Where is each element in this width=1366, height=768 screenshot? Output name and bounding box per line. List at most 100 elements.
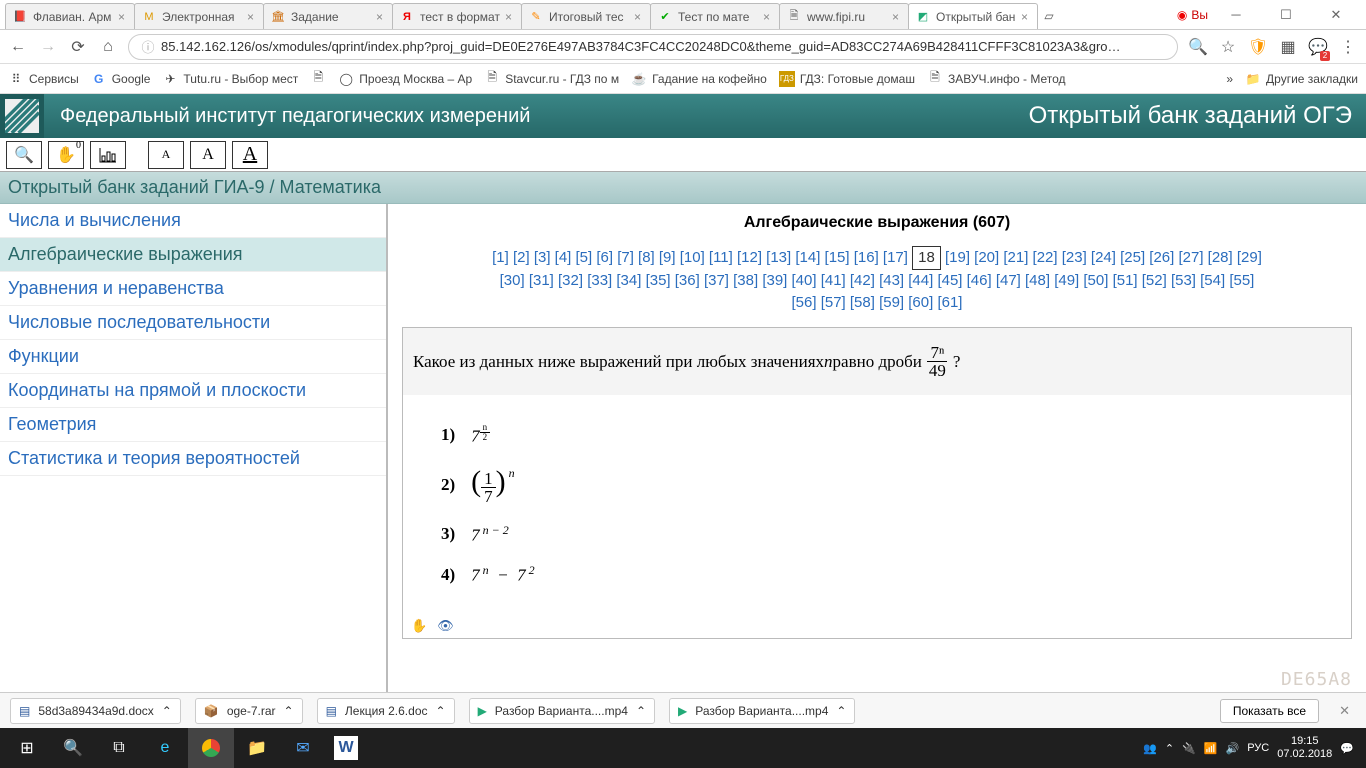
bookmark-item[interactable]: ☕Гадание на кофейно — [631, 71, 767, 87]
language-indicator[interactable]: РУС — [1247, 742, 1269, 754]
sidebar-item-statistics[interactable]: Статистика и теория вероятностей — [0, 442, 386, 476]
option-4[interactable]: 4) 7 n − 7 2 — [441, 563, 1313, 586]
hand-tool-button[interactable]: ✋0 — [48, 141, 84, 169]
chevron-up-icon[interactable]: ⌃ — [436, 704, 446, 718]
clock[interactable]: 19:15 07.02.2018 — [1277, 735, 1332, 760]
option-3[interactable]: 3) 7 n − 2 — [441, 523, 1313, 546]
download-item[interactable]: ▤58d3a89434a9d.docx⌃ — [10, 698, 181, 724]
close-icon[interactable]: × — [505, 12, 515, 22]
sidebar-item-geometry[interactable]: Геометрия — [0, 408, 386, 442]
close-button[interactable]: ✕ — [1314, 1, 1358, 29]
reload-button[interactable]: ⟳ — [68, 35, 88, 59]
show-all-button[interactable]: Показать все — [1220, 699, 1319, 723]
extension-shield-icon[interactable]: 🛡 — [1248, 35, 1268, 59]
sidebar-item-sequences[interactable]: Числовые последовательности — [0, 306, 386, 340]
close-icon[interactable]: × — [376, 12, 386, 22]
edge-icon[interactable]: e — [142, 728, 188, 768]
apps-button[interactable]: ⠿Сервисы — [8, 71, 79, 87]
battery-icon[interactable]: 🔌 — [1182, 742, 1196, 755]
other-bookmarks[interactable]: 📁Другие закладки — [1245, 71, 1358, 87]
bookmark-item[interactable]: GGoogle — [91, 71, 151, 87]
bookmark-item[interactable]: ◯Проезд Москва – Ар — [338, 71, 472, 87]
tab-0[interactable]: 📕Флавиан. Арм× — [5, 3, 135, 29]
close-icon[interactable]: × — [763, 12, 773, 22]
start-button[interactable]: ⊞ — [4, 728, 50, 768]
bookmark-item[interactable]: 🗎 — [310, 71, 326, 87]
option-1[interactable]: 1) 7n2 — [441, 423, 1313, 447]
font-mid-button[interactable]: A — [190, 141, 226, 169]
word-icon[interactable]: W — [334, 736, 358, 760]
download-item[interactable]: 📦oge-7.rar⌃ — [195, 698, 303, 724]
mail-icon[interactable]: ✉ — [280, 728, 326, 768]
chrome-icon[interactable] — [188, 728, 234, 768]
video-icon: ▶ — [678, 704, 687, 718]
close-icon[interactable]: × — [634, 12, 644, 22]
sidebar-item-numbers[interactable]: Числа и вычисления — [0, 204, 386, 238]
download-item[interactable]: ▶Разбор Варианта....mp4⌃ — [469, 698, 655, 724]
notifications-icon[interactable]: 💬 — [1340, 742, 1354, 755]
address-bar: ← → ⟳ ⌂ ⓘ 85.142.162.126/os/xmodules/qpr… — [0, 30, 1366, 64]
url-field[interactable]: ⓘ 85.142.162.126/os/xmodules/qprint/inde… — [128, 34, 1178, 60]
close-icon[interactable]: × — [118, 12, 128, 22]
close-icon[interactable]: × — [247, 12, 257, 22]
bookmark-item[interactable]: ГДЗГДЗ: Готовые домаш — [779, 71, 915, 87]
bookmark-item[interactable]: ✈Tutu.ru - Выбор мест — [162, 71, 298, 87]
chart-tool-button[interactable] — [90, 141, 126, 169]
yandex-badge[interactable]: ◉Вы — [1177, 8, 1208, 22]
sidebar-item-functions[interactable]: Функции — [0, 340, 386, 374]
tab-2[interactable]: 🏛Задание× — [263, 3, 393, 29]
chevron-up-icon[interactable]: ⌃ — [636, 704, 646, 718]
eye-icon[interactable]: 👁 — [437, 618, 454, 634]
search-button[interactable]: 🔍 — [50, 728, 96, 768]
new-tab-button[interactable]: ▱ — [1037, 3, 1061, 29]
close-icon[interactable]: × — [1021, 12, 1031, 22]
sidebar-item-algebra[interactable]: Алгебраические выражения — [0, 238, 386, 272]
back-button[interactable]: ← — [8, 35, 28, 59]
search-tool-button[interactable]: 🔍 — [6, 141, 42, 169]
tab-6[interactable]: 🗎www.fipi.ru× — [779, 3, 909, 29]
forward-button[interactable]: → — [38, 35, 58, 59]
option-2[interactable]: 2) (17) n — [441, 465, 1313, 505]
close-icon[interactable]: ✕ — [1333, 703, 1356, 719]
minimize-button[interactable]: ─ — [1214, 1, 1258, 29]
font-small-button[interactable]: A — [148, 141, 184, 169]
close-icon[interactable]: × — [892, 12, 902, 22]
volume-icon[interactable]: 🔊 — [1226, 742, 1240, 755]
bookmarks-bar: ⠿Сервисы GGoogle ✈Tutu.ru - Выбор мест 🗎… — [0, 64, 1366, 94]
chevron-up-icon[interactable]: ⌃ — [284, 704, 294, 718]
bookmark-item[interactable]: 🗎ЗАВУЧ.инфо - Метод — [927, 71, 1066, 87]
people-icon[interactable]: 👥 — [1143, 742, 1157, 755]
sidebar-item-equations[interactable]: Уравнения и неравенства — [0, 272, 386, 306]
site-info-icon[interactable]: ⓘ — [139, 38, 157, 56]
download-item[interactable]: ▶Разбор Варианта....mp4⌃ — [669, 698, 855, 724]
menu-button[interactable]: ⋮ — [1338, 35, 1358, 59]
tab-7[interactable]: ◩Открытый бан× — [908, 3, 1038, 29]
font-big-button[interactable]: A — [232, 141, 268, 169]
tab-label: Открытый бан — [936, 10, 1016, 24]
chevron-right-icon[interactable]: » — [1226, 72, 1233, 86]
maximize-button[interactable]: ☐ — [1264, 1, 1308, 29]
chevron-up-icon[interactable]: ⌃ — [162, 704, 172, 718]
bookmark-star-icon[interactable]: ☆ — [1218, 35, 1238, 59]
pagination[interactable]: [1] [2] [3] [4] [5] [6] [7] [8] [9] [10]… — [402, 246, 1352, 313]
ring-icon: ◯ — [338, 71, 354, 87]
tab-3[interactable]: Ятест в формат× — [392, 3, 522, 29]
tray-chevron-icon[interactable]: ⌃ — [1165, 742, 1174, 755]
tab-5[interactable]: ✔Тест по мате× — [650, 3, 780, 29]
home-button[interactable]: ⌂ — [98, 35, 118, 59]
wifi-icon[interactable]: 📶 — [1204, 742, 1218, 755]
task-view-button[interactable]: ⧉ — [96, 728, 142, 768]
window-controls: ◉Вы ─ ☐ ✕ — [1177, 0, 1366, 29]
chevron-up-icon[interactable]: ⌃ — [836, 704, 846, 718]
sidebar-item-coords[interactable]: Координаты на прямой и плоскости — [0, 374, 386, 408]
download-item[interactable]: ▤Лекция 2.6.doc⌃ — [317, 698, 455, 724]
extension-icon[interactable]: ▦ — [1278, 35, 1298, 59]
explorer-icon[interactable]: 📁 — [234, 728, 280, 768]
search-icon[interactable]: 🔍 — [1188, 35, 1208, 59]
bookmark-item[interactable]: 🗎Stavcur.ru - ГДЗ по м — [484, 71, 619, 87]
hand-icon[interactable]: ✋ — [411, 618, 427, 634]
extension-icon[interactable]: 💬2 — [1308, 35, 1328, 59]
tab-1[interactable]: MЭлектронная× — [134, 3, 264, 29]
site-logo[interactable] — [0, 94, 44, 138]
tab-4[interactable]: ✎Итоговый тес× — [521, 3, 651, 29]
